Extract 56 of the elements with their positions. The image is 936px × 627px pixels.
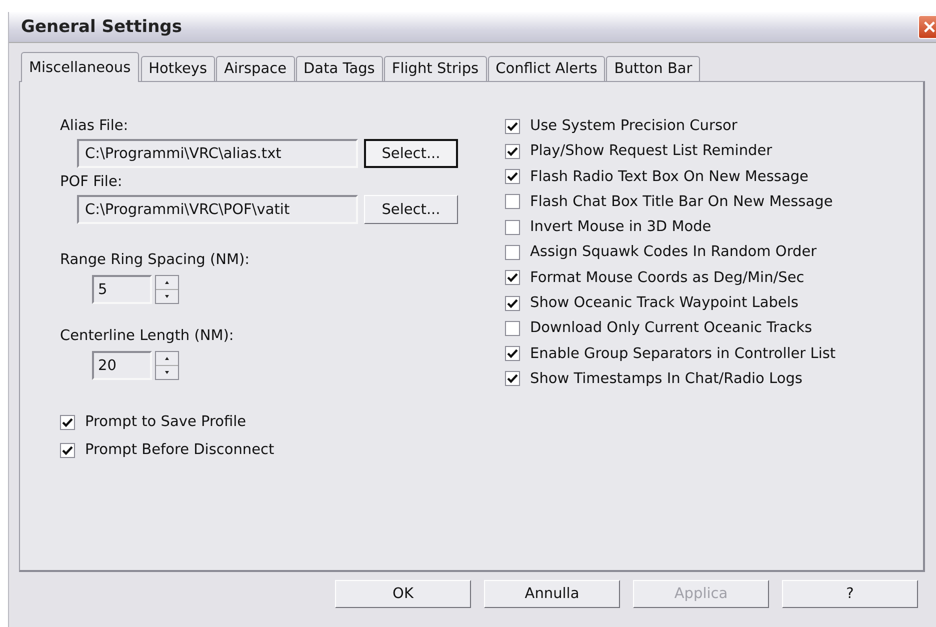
checkbox-option[interactable]: Prompt Before Disconnect <box>60 442 505 458</box>
field-label: POF File: <box>60 174 124 190</box>
checkbox[interactable] <box>505 194 520 210</box>
field-label: Centerline Length (NM): <box>60 328 235 344</box>
option-label: Format Mouse Coords as Deg/Min/Sec <box>530 270 804 286</box>
number-field[interactable]: 20 <box>92 351 152 380</box>
file-path-field[interactable]: C:\Programmi\VRC\POF\vatit <box>77 195 358 224</box>
checkbox-option[interactable]: Show Timestamps In Chat/Radio Logs <box>505 370 836 387</box>
checkbox[interactable] <box>505 244 520 260</box>
tab[interactable]: Data Tags <box>296 56 383 82</box>
checkbox[interactable] <box>505 169 520 184</box>
select-button[interactable]: Select... <box>364 195 458 224</box>
option-label: Show Oceanic Track Waypoint Labels <box>530 295 798 312</box>
close-icon <box>923 20 936 34</box>
checkbox-option[interactable]: Show Oceanic Track Waypoint Labels <box>505 295 836 312</box>
checkbox-option[interactable]: Play/Show Request List Reminder <box>505 143 836 160</box>
checkbox[interactable] <box>505 320 520 336</box>
field-label: Alias File: <box>60 118 130 134</box>
checkbox[interactable] <box>505 296 520 311</box>
window-title: General Settings <box>21 17 182 37</box>
checkbox[interactable] <box>60 414 75 430</box>
option-label: Flash Radio Text Box On New Message <box>530 168 808 185</box>
close-button[interactable] <box>918 15 936 39</box>
spin-buttons[interactable] <box>155 275 179 304</box>
checkbox-option[interactable]: Format Mouse Coords as Deg/Min/Sec <box>505 270 836 286</box>
tab[interactable]: Miscellaneous <box>21 52 139 82</box>
option-label: Play/Show Request List Reminder <box>530 143 772 160</box>
checkbox-option[interactable]: Invert Mouse in 3D Mode <box>505 219 836 236</box>
checkbox-option[interactable]: Prompt to Save Profile <box>60 414 505 430</box>
file-path-field[interactable]: C:\Programmi\VRC\alias.txt <box>77 139 358 168</box>
field-label: Range Ring Spacing (NM): <box>60 252 251 268</box>
checkbox[interactable] <box>505 144 520 159</box>
dialog-button[interactable]: ? <box>782 580 918 608</box>
dialog-button[interactable]: Annulla <box>484 580 620 608</box>
checkbox-option[interactable]: Use System Precision Cursor <box>505 118 836 134</box>
option-label: Prompt to Save Profile <box>85 414 246 430</box>
dialog-button[interactable]: OK <box>335 580 471 608</box>
checkbox[interactable] <box>505 118 520 134</box>
tab[interactable]: Button Bar <box>606 56 700 82</box>
spin-buttons[interactable] <box>155 351 179 380</box>
tab[interactable]: Hotkeys <box>140 56 216 82</box>
select-button[interactable]: Select... <box>364 139 458 168</box>
checkbox[interactable] <box>505 371 520 386</box>
checkbox[interactable] <box>505 270 520 286</box>
checkbox[interactable] <box>505 220 520 235</box>
option-label: Use System Precision Cursor <box>530 118 738 134</box>
tab[interactable]: Flight Strips <box>384 56 487 82</box>
option-label: Show Timestamps In Chat/Radio Logs <box>530 370 802 387</box>
tab[interactable]: Airspace <box>216 56 295 82</box>
number-field[interactable]: 5 <box>92 275 152 304</box>
checkbox[interactable] <box>60 442 75 458</box>
option-label: Invert Mouse in 3D Mode <box>530 219 712 236</box>
checkbox-option[interactable]: Flash Radio Text Box On New Message <box>505 168 836 185</box>
checkbox[interactable] <box>505 346 520 362</box>
tab[interactable]: Conflict Alerts <box>488 56 606 82</box>
option-label: Prompt Before Disconnect <box>85 442 274 458</box>
